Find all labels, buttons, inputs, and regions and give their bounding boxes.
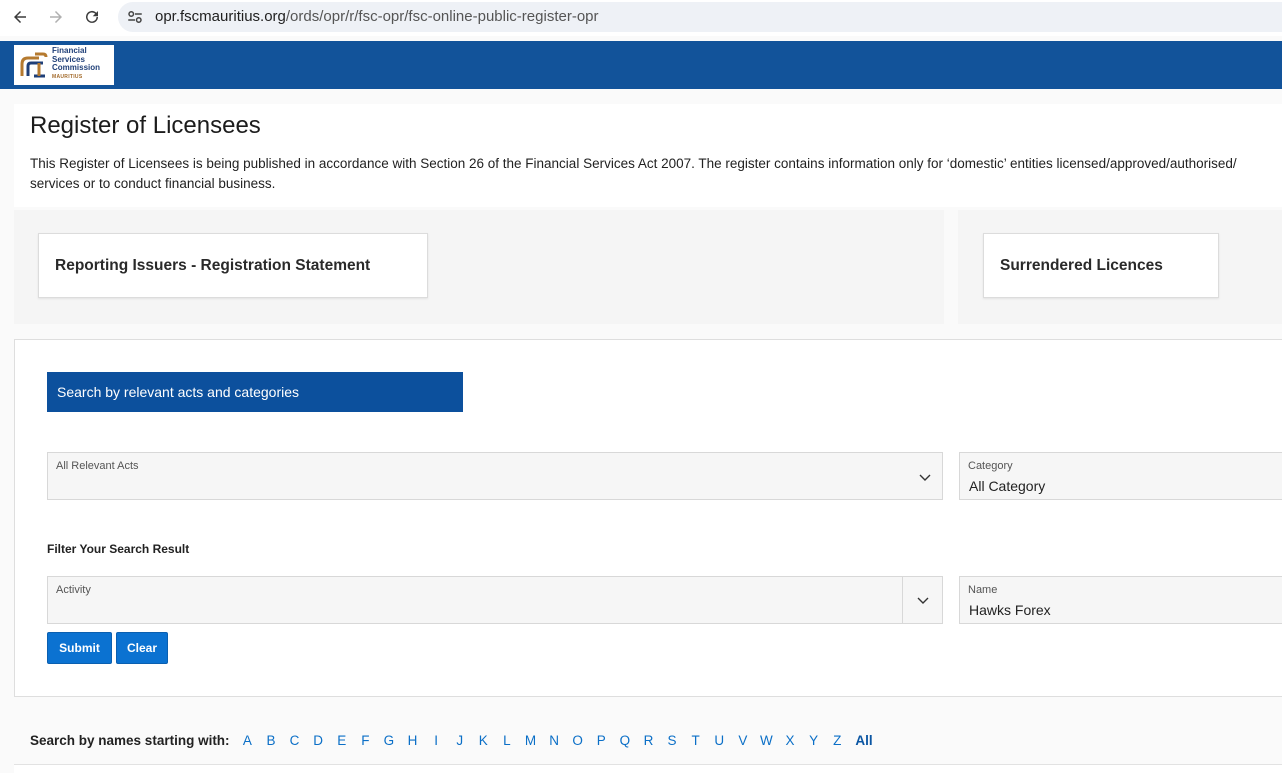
name-input-value[interactable]: Hawks Forex [969, 602, 1051, 618]
surrendered-licences-card-label: Surrendered Licences [1000, 256, 1163, 274]
reporting-issuers-card-label: Reporting Issuers - Registration Stateme… [55, 256, 371, 274]
letter-link-i[interactable]: I [424, 733, 448, 748]
name-label: Name [968, 584, 998, 596]
letter-link-k[interactable]: K [472, 733, 496, 748]
activity-field[interactable]: Activity [47, 576, 943, 624]
letter-link-v[interactable]: V [731, 733, 755, 748]
letter-link-c[interactable]: C [283, 733, 307, 748]
chevron-down-icon [917, 597, 928, 604]
fsc-logo-mark-icon [20, 52, 48, 78]
letter-link-o[interactable]: O [566, 733, 590, 748]
logo-text: Financial Services Commission [52, 46, 101, 72]
intro-description: This Register of Licensees is being publ… [30, 154, 1282, 194]
reload-icon[interactable] [80, 5, 104, 29]
letter-link-x[interactable]: X [778, 733, 802, 748]
cards-row-left: Reporting Issuers - Registration Stateme… [14, 210, 944, 324]
site-settings-icon[interactable] [126, 8, 144, 26]
letter-link-r[interactable]: R [637, 733, 661, 748]
logo-subtext: MAURITIUS [52, 74, 83, 80]
letter-link-w[interactable]: W [755, 733, 779, 748]
letter-link-t[interactable]: T [684, 733, 708, 748]
relevant-acts-select[interactable]: All Relevant Acts [47, 452, 943, 500]
name-field[interactable]: Name Hawks Forex [959, 576, 1282, 624]
letter-link-p[interactable]: P [589, 733, 613, 748]
chevron-down-icon [919, 474, 931, 481]
letter-link-u[interactable]: U [707, 733, 731, 748]
reporting-issuers-card[interactable]: Reporting Issuers - Registration Stateme… [38, 233, 428, 298]
letter-link-b[interactable]: B [259, 733, 283, 748]
search-heading: Search by relevant acts and categories [47, 372, 463, 412]
category-select[interactable]: Category All Category [959, 452, 1282, 500]
activity-dropdown-button[interactable] [902, 577, 942, 623]
letter-link-j[interactable]: J [448, 733, 472, 748]
url-host: opr.fscmauritius.org [155, 8, 286, 25]
filter-title: Filter Your Search Result [47, 542, 190, 556]
search-region: Search by relevant acts and categories A… [14, 339, 1282, 697]
alphabet-label: Search by names starting with: [30, 732, 230, 748]
relevant-acts-label: All Relevant Acts [56, 460, 139, 472]
letter-link-m[interactable]: M [519, 733, 543, 748]
category-label: Category [968, 460, 1013, 472]
intro-region: Register of Licensees This Register of L… [14, 104, 1282, 207]
activity-label: Activity [56, 584, 91, 596]
alphabet-filter: Search by names starting with: A B C D E… [30, 731, 879, 749]
results-region-top [14, 764, 1282, 773]
letter-link-e[interactable]: E [330, 733, 354, 748]
surrendered-licences-card[interactable]: Surrendered Licences [983, 233, 1219, 298]
address-bar[interactable]: opr.fscmauritius.org/ords/opr/r/fsc-opr/… [118, 2, 1282, 32]
fsc-logo[interactable]: Financial Services Commission MAURITIUS [14, 45, 114, 85]
back-icon[interactable] [8, 5, 32, 29]
letter-link-h[interactable]: H [401, 733, 425, 748]
submit-button[interactable]: Submit [47, 632, 112, 664]
letter-link-n[interactable]: N [542, 733, 566, 748]
letter-link-d[interactable]: D [306, 733, 330, 748]
category-value: All Category [969, 478, 1046, 494]
letter-link-all[interactable]: All [849, 733, 879, 748]
letter-link-q[interactable]: Q [613, 733, 637, 748]
letter-link-g[interactable]: G [377, 733, 401, 748]
cards-row-right: Surrendered Licences [958, 210, 1282, 324]
page-title: Register of Licensees [30, 112, 261, 139]
letter-link-f[interactable]: F [354, 733, 378, 748]
url-path: /ords/opr/r/fsc-opr/fsc-online-public-re… [285, 8, 599, 25]
site-header: Financial Services Commission MAURITIUS [0, 41, 1282, 89]
intro-line-1: This Register of Licensees is being publ… [30, 156, 1237, 171]
clear-button[interactable]: Clear [116, 632, 168, 664]
letter-link-l[interactable]: L [495, 733, 519, 748]
letter-link-y[interactable]: Y [802, 733, 826, 748]
letter-link-z[interactable]: Z [825, 733, 849, 748]
letter-link-a[interactable]: A [236, 733, 260, 748]
browser-toolbar: opr.fscmauritius.org/ords/opr/r/fsc-opr/… [0, 0, 1282, 36]
letter-link-s[interactable]: S [660, 733, 684, 748]
forward-icon[interactable] [44, 5, 68, 29]
url-text: opr.fscmauritius.org/ords/opr/r/fsc-opr/… [155, 8, 599, 25]
intro-line-2: services or to conduct financial busines… [30, 176, 276, 191]
